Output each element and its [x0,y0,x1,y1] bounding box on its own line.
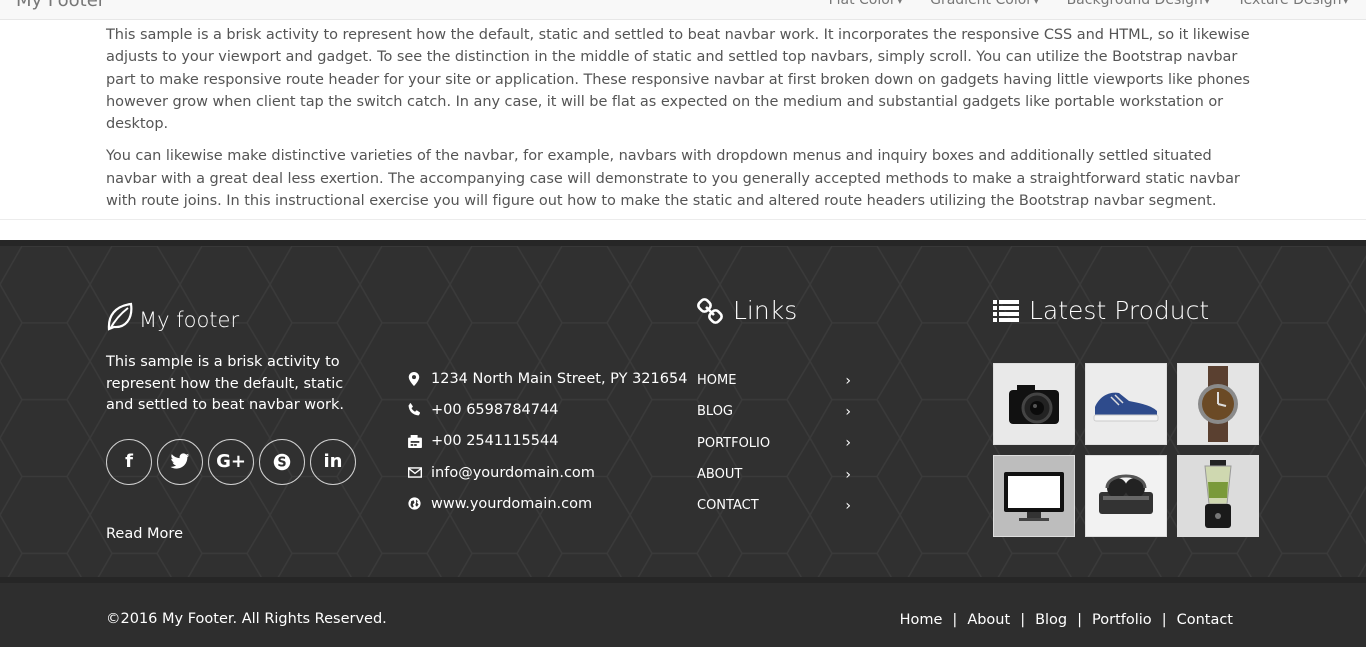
footer-inner: My footer This sample is a brisk activit… [0,246,1366,647]
footer: My footer This sample is a brisk activit… [0,240,1366,647]
menu-texture-design[interactable]: Texture Design [1237,0,1348,8]
twitter-icon[interactable] [157,438,203,485]
footer-link-blog[interactable]: BLOG › [697,396,857,427]
headphones-image[interactable] [1085,455,1167,537]
footer-link-home[interactable]: HOME › [697,365,857,396]
chevron-right-icon: › [845,497,851,514]
map-marker-icon [408,371,431,386]
footer-link-about[interactable]: ABOUT › [697,459,857,490]
read-more-link[interactable]: Read More [106,526,183,542]
footer-brand-description: This sample is a brisk activity to repre… [106,354,344,413]
footer-link-label: BLOG [697,404,734,420]
list-icon [993,299,1019,322]
blender-image[interactable] [1177,455,1259,537]
footer-brand-column: My footer This sample is a brisk activit… [106,302,366,485]
footer-contact-column: 1234 North Main Street, PY 321654 +00 65… [408,363,698,519]
svg-text:S: S [277,455,286,470]
linkedin-glyph: in [323,451,343,472]
contact-fax: +00 2541115544 [408,426,698,457]
menu-background-design[interactable]: Background Design [1067,0,1210,8]
twitter-bird-icon [170,453,190,469]
chevron-right-icon: › [845,403,851,420]
footer-link-label: CONTACT [697,498,759,514]
navbar-brand[interactable]: My Footer [16,0,105,11]
bottom-links: Home | About | Blog | Portfolio | Contact [900,612,1233,628]
content-paragraph: This sample is a brisk activity to repre… [106,27,1250,133]
chevron-right-icon: › [845,372,851,389]
shoe-image[interactable] [1085,363,1167,445]
contact-address-text: 1234 North Main Street, PY 321654 [431,370,688,387]
chevron-right-icon: › [845,435,851,452]
bottom-link-contact[interactable]: Contact [1177,612,1233,628]
bottom-link-blog[interactable]: Blog [1035,612,1067,628]
contact-email: info@yourdomain.com [408,457,698,488]
navbar-menu: Flat Color Gradient Color Background Des… [829,0,1348,8]
footer-link-contact[interactable]: CONTACT › [697,490,857,521]
footer-link-portfolio[interactable]: PORTFOLIO › [697,428,857,459]
content-paragraph: You can likewise make distinctive variet… [106,148,1240,210]
contact-phone: +00 6598784744 [408,394,698,425]
menu-flat-color[interactable]: Flat Color [829,0,903,8]
link-icon [697,297,723,324]
google-plus-glyph: G+ [216,451,246,472]
envelope-icon [408,467,431,478]
links-list: HOME › BLOG › PORTFOLIO › ABOUT › CONTACT › [697,365,857,521]
footer-link-label: PORTFOLIO [697,435,771,451]
linkedin-icon[interactable]: in [310,438,356,485]
product-heading: Latest Product [993,296,1263,325]
footer-brand-title: My footer [106,302,366,332]
links-heading: Links [697,296,857,325]
facebook-icon[interactable]: f [106,438,152,485]
globe-icon [408,497,431,510]
fax-icon [408,434,431,448]
contact-website: www.yourdomain.com [408,488,698,519]
google-plus-icon[interactable]: G+ [208,438,254,485]
bottom-link-about[interactable]: About [967,612,1010,628]
separator: | [1161,612,1167,628]
separator: | [952,612,958,628]
top-navbar: My Footer Flat Color Gradient Color Back… [0,0,1366,20]
bottom-link-portfolio[interactable]: Portfolio [1092,612,1152,628]
contact-address: 1234 North Main Street, PY 321654 [408,363,698,394]
separator: | [1077,612,1083,628]
footer-link-label: ABOUT [697,467,743,483]
bottom-link-home[interactable]: Home [900,612,943,628]
contact-email-text[interactable]: info@yourdomain.com [431,465,595,481]
footer-product-column: Latest Product [993,296,1263,537]
links-heading-text: Links [733,296,798,325]
camera-image[interactable] [993,363,1075,445]
chevron-right-icon: › [845,466,851,483]
facebook-glyph: f [125,451,133,472]
skype-icon[interactable]: S [259,438,305,485]
separator: | [1020,612,1026,628]
monitor-image[interactable] [993,455,1075,537]
skype-logo-icon: S [273,453,291,470]
leaf-icon [107,302,133,331]
footer-bottom-bar: ©2016 My Footer. All Rights Reserved. Ho… [0,577,1366,647]
social-links: f G+ S in [106,438,366,485]
contact-phone-text: +00 6598784744 [431,401,559,418]
footer-links-column: Links HOME › BLOG › PORTFOLIO › ABOUT › CONT… [697,296,857,521]
contact-fax-text: +00 2541115544 [431,433,559,450]
copyright-text: ©2016 My Footer. All Rights Reserved. [106,611,387,627]
main-content: This sample is a brisk activity to repre… [106,24,1266,222]
contact-website-text[interactable]: www.yourdomain.com [431,496,592,512]
footer-link-label: HOME [697,373,737,389]
phone-icon [408,403,431,416]
content-divider [0,219,1366,220]
footer-brand-name: My footer [139,308,240,332]
product-heading-text: Latest Product [1029,296,1210,325]
watch-image[interactable] [1177,363,1259,445]
product-grid [993,363,1263,537]
menu-gradient-color[interactable]: Gradient Color [930,0,1038,8]
